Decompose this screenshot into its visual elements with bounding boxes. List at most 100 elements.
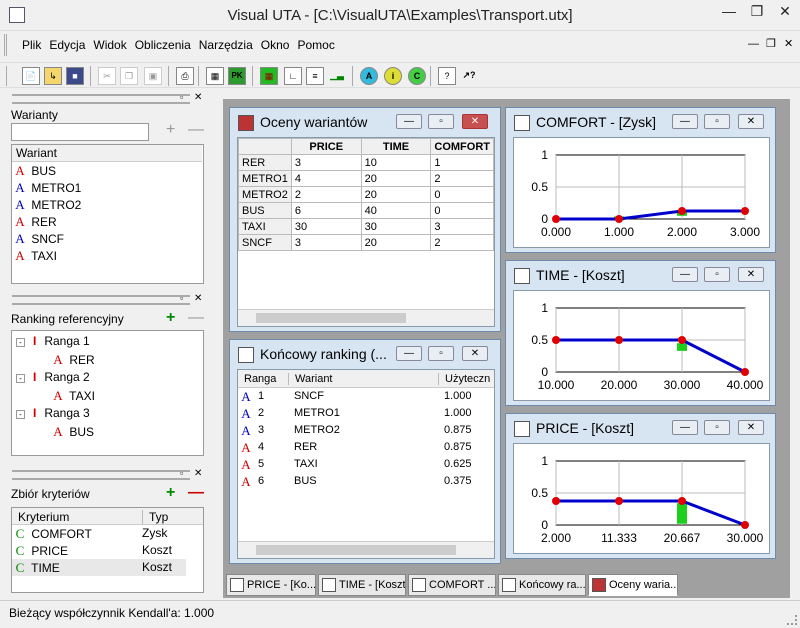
table-cell[interactable]: 20	[360, 186, 432, 203]
table-cell[interactable]: 0	[430, 186, 494, 203]
window-restore-button[interactable]: ▫	[704, 420, 730, 435]
rank-node[interactable]: - I Ranga 3	[16, 405, 90, 422]
variant-row[interactable]: A METRO2	[12, 196, 203, 213]
table-cell[interactable]: 3	[290, 154, 362, 171]
chart-icon[interactable]: ∟	[284, 67, 302, 85]
close-button[interactable]: ✕	[772, 0, 798, 24]
table-cell[interactable]: 3	[430, 218, 494, 235]
panel-restore-icon[interactable]: ▫	[180, 92, 183, 102]
tab-time[interactable]: TIME - [Koszt]	[318, 574, 406, 596]
menu-widok[interactable]: Widok	[89, 34, 130, 56]
new-file-icon[interactable]: 📄	[22, 67, 40, 85]
window-close-button[interactable]: ✕	[738, 114, 764, 129]
table-cell[interactable]: 40	[360, 202, 432, 219]
table-cell[interactable]: 3	[290, 234, 362, 251]
table-cell[interactable]: 6	[290, 202, 362, 219]
window-restore-button[interactable]: ▫	[704, 114, 730, 129]
window-close-button[interactable]: ✕	[462, 114, 488, 129]
column-header[interactable]: PRICE	[290, 138, 362, 155]
tree-collapse-icon[interactable]: -	[16, 410, 25, 419]
table-cell[interactable]: 2	[290, 186, 362, 203]
cut-icon[interactable]: ✂	[98, 67, 116, 85]
ranking-header-variant[interactable]: Wariant	[288, 373, 333, 385]
restore-button[interactable]: ❐	[744, 0, 770, 24]
print-icon[interactable]: ⎙	[176, 67, 194, 85]
table-cell[interactable]: BUS	[238, 202, 292, 219]
panel-restore-icon[interactable]: ▫	[180, 293, 183, 303]
table-cell[interactable]: 2	[430, 170, 494, 187]
add-criterion-button[interactable]: +	[166, 484, 175, 502]
rank-node[interactable]: - I Ranga 2	[16, 369, 90, 386]
tab-comfort[interactable]: COMFORT ...	[408, 574, 496, 596]
table-cell[interactable]: 30	[290, 218, 362, 235]
menu-narzedzia[interactable]: Narzędzia	[195, 34, 257, 56]
calculator-icon[interactable]: ▦	[206, 67, 224, 85]
panel-close-icon[interactable]: ✕	[194, 468, 202, 479]
table-cell[interactable]: 4	[290, 170, 362, 187]
tab-evaluations[interactable]: Oceny waria...	[588, 574, 678, 596]
table-cell[interactable]: RER	[238, 154, 292, 171]
ranking-header-utility[interactable]: Użyteczn	[438, 373, 490, 385]
menu-pomoc[interactable]: Pomoc	[293, 34, 338, 56]
window-minimize-button[interactable]: —	[396, 346, 422, 361]
copy-icon[interactable]: ❐	[120, 67, 138, 85]
horizontal-scrollbar[interactable]	[238, 309, 494, 326]
criterion-row[interactable]: C PRICE Koszt	[12, 542, 203, 559]
pk-icon[interactable]: PK	[228, 67, 246, 85]
ranking-row[interactable]: A 2 METRO1 1.000	[238, 405, 494, 422]
mdi-minimize-icon[interactable]: —	[748, 38, 759, 50]
table-icon[interactable]: ▦	[260, 67, 278, 85]
variant-row[interactable]: A METRO1	[12, 179, 203, 196]
variant-a-icon[interactable]: A	[360, 67, 378, 85]
add-variant-button[interactable]: +	[166, 121, 175, 139]
criterion-row[interactable]: C TIME Koszt	[12, 559, 186, 576]
window-restore-button[interactable]: ▫	[704, 267, 730, 282]
criteria-header-type[interactable]: Typ	[142, 510, 168, 524]
menu-plik[interactable]: Plik	[18, 34, 45, 56]
tree-collapse-icon[interactable]: -	[16, 374, 25, 383]
menu-obliczenia[interactable]: Obliczenia	[131, 34, 195, 56]
ranking-row[interactable]: A 1 SNCF 1.000	[238, 388, 494, 405]
remove-rank-button[interactable]: —	[188, 309, 204, 327]
ranking-icon[interactable]: ≡	[306, 67, 324, 85]
save-icon[interactable]: ■	[66, 67, 84, 85]
table-cell[interactable]: 30	[360, 218, 432, 235]
help-icon[interactable]: ?	[438, 67, 456, 85]
window-close-button[interactable]: ✕	[738, 267, 764, 282]
window-minimize-button[interactable]: —	[672, 267, 698, 282]
column-header[interactable]: TIME	[360, 138, 432, 155]
remove-criterion-button[interactable]: —	[188, 484, 204, 502]
ranking-row[interactable]: A 3 METRO2 0.875	[238, 422, 494, 439]
table-cell[interactable]: METRO1	[238, 170, 292, 187]
add-rank-button[interactable]: +	[166, 309, 175, 327]
panel-close-icon[interactable]: ✕	[194, 293, 202, 304]
variant-row[interactable]: A BUS	[12, 162, 203, 179]
mdi-restore-icon[interactable]: ❐	[766, 37, 776, 50]
ranking-header-rank[interactable]: Ranga	[244, 373, 276, 385]
table-cell[interactable]: 20	[360, 234, 432, 251]
mdi-close-icon[interactable]: ✕	[784, 37, 793, 50]
table-cell[interactable]: METRO2	[238, 186, 292, 203]
window-minimize-button[interactable]: —	[396, 114, 422, 129]
rank-item[interactable]: A RER	[50, 351, 94, 368]
window-restore-button[interactable]: ▫	[428, 346, 454, 361]
bars-icon[interactable]: ▁▃	[328, 67, 346, 85]
tab-price[interactable]: PRICE - [Ko...	[226, 574, 316, 596]
paste-icon[interactable]: ▣	[144, 67, 162, 85]
criterion-row[interactable]: C COMFORT Zysk	[12, 525, 203, 542]
window-restore-button[interactable]: ▫	[428, 114, 454, 129]
column-header[interactable]: COMFORT	[430, 138, 494, 155]
remove-variant-button[interactable]: —	[188, 121, 204, 139]
ranking-row[interactable]: A 4 RER 0.875	[238, 439, 494, 456]
table-cell[interactable]: 10	[360, 154, 432, 171]
info-icon[interactable]: i	[384, 67, 402, 85]
tab-final-ranking[interactable]: Końcowy ra...	[498, 574, 586, 596]
table-cell[interactable]: 0	[430, 202, 494, 219]
table-cell[interactable]: SNCF	[238, 234, 292, 251]
window-minimize-button[interactable]: —	[672, 420, 698, 435]
variant-row[interactable]: A SNCF	[12, 230, 203, 247]
resize-grip-icon[interactable]	[787, 615, 797, 625]
menu-okno[interactable]: Okno	[257, 34, 294, 56]
variant-name-input[interactable]	[11, 123, 149, 141]
variant-row[interactable]: A RER	[12, 213, 203, 230]
